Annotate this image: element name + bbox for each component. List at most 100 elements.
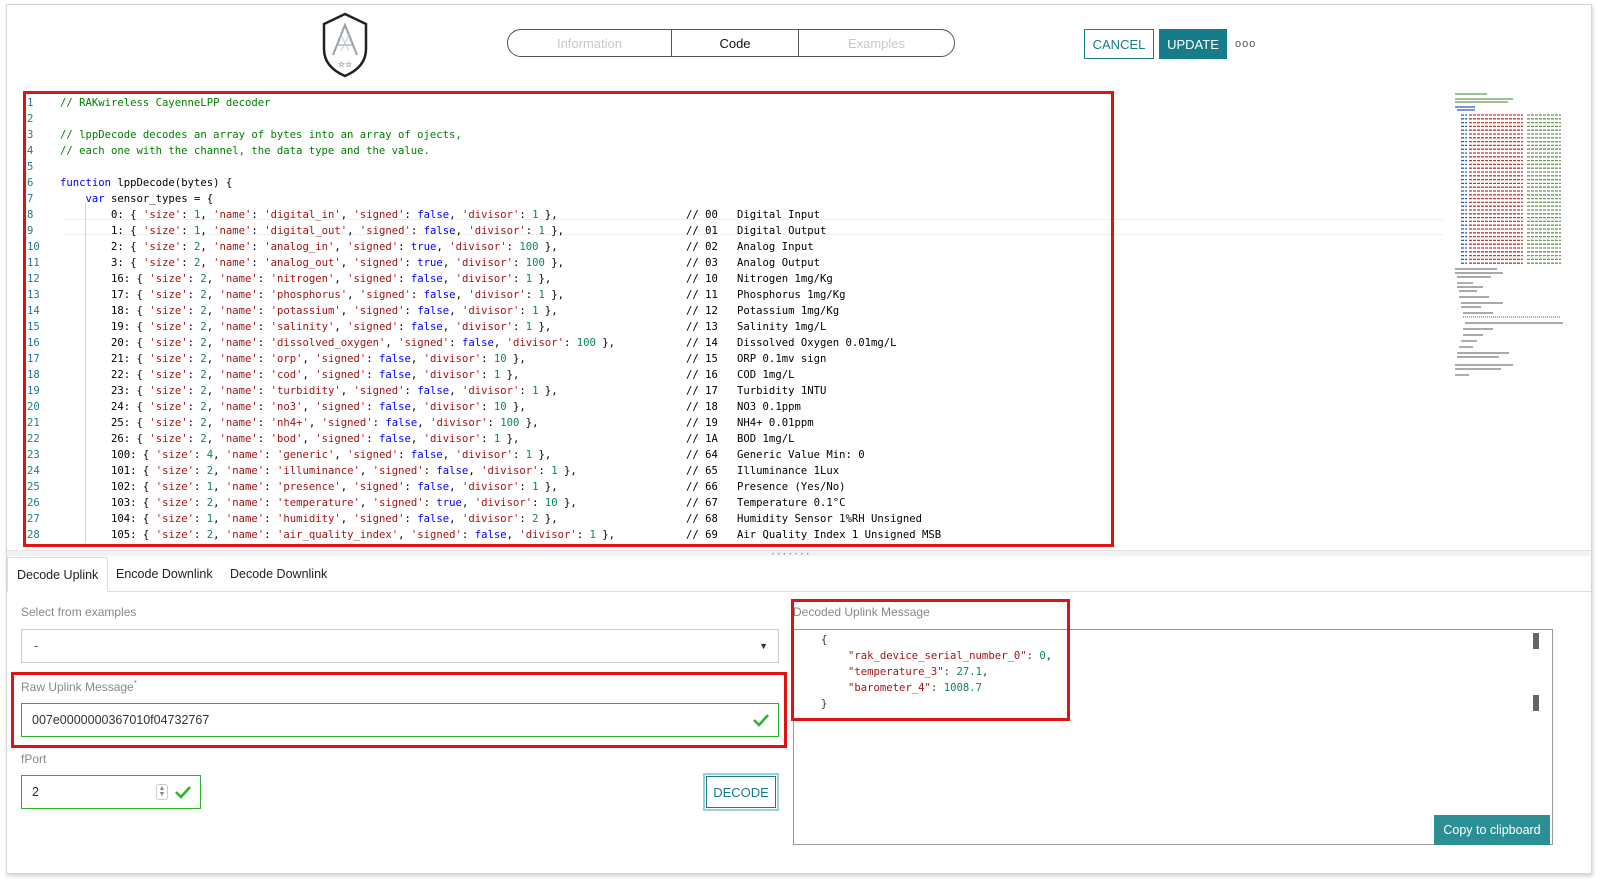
sensor-id: 17 [111, 289, 124, 301]
sensor-signed: false [379, 433, 411, 445]
raw-uplink-input[interactable]: 007e0000000367010f04732767 [21, 703, 779, 737]
code-keyword: var [85, 193, 105, 205]
code-string: 'signed' [353, 513, 405, 525]
code-string: 'name' [219, 433, 258, 445]
tab-decode-uplink[interactable]: Decode Uplink [7, 557, 109, 592]
sensor-comment: // 02 Analog Input [686, 241, 814, 253]
sensor-comment: // 15 ORP 0.1mv sign [686, 353, 827, 365]
stepper-icon[interactable]: ▲ ▼ [156, 784, 168, 800]
sensor-comment: // 17 Turbidity 1NTU [686, 385, 827, 397]
code-string: 'size' [142, 209, 182, 221]
sensor-id: 103 [111, 497, 131, 509]
sensor-name: 'dissolved_oxygen' [270, 337, 386, 349]
code-text: 22: { 'size': 2, 'name': 'cod', 'signed'… [111, 369, 520, 381]
sensor-comment: // 69 Air Quality Index 1 Unsigned MSB [686, 529, 942, 541]
code-string: 'divisor' [449, 241, 507, 253]
line-number: 6 [27, 177, 34, 189]
sensor-name: 'digital_out' [264, 225, 348, 237]
update-button[interactable]: UPDATE [1159, 29, 1227, 59]
code-string: 'size' [149, 289, 188, 301]
code-line: 25 // 66 Presence (Yes/No) 102: { 'size':… [23, 479, 1443, 495]
code-string: 'size' [149, 369, 188, 381]
code-string: 'signed' [347, 321, 399, 333]
copy-to-clipboard-button[interactable]: Copy to clipboard [1434, 815, 1550, 845]
sensor-name: 'salinity' [270, 321, 335, 333]
code-line: 20 // 18 NO3 0.1ppm 24: { 'size': 2, 'nam… [23, 399, 1443, 415]
scrollbar-thumb[interactable] [1533, 633, 1539, 649]
code-string: 'name' [219, 353, 258, 365]
sensor-divisor: 100 [525, 257, 545, 269]
valid-check-icon [175, 786, 191, 799]
code-string: 'divisor' [519, 529, 577, 541]
sensor-size: 2 [200, 321, 207, 333]
sensor-hex: 11 [705, 289, 718, 301]
sensor-desc: Dissolved Oxygen 0.01mg/L [737, 337, 897, 349]
examples-select[interactable]: - ▼ [21, 629, 779, 663]
line-number: 23 [27, 449, 40, 461]
sensor-divisor: 1 [525, 449, 533, 461]
tab-encode-downlink[interactable]: Encode Downlink [107, 557, 222, 592]
sensor-size: 2 [206, 529, 214, 541]
sensor-size: 2 [200, 353, 207, 365]
sensor-signed: false [417, 481, 450, 493]
panel-resize-handle[interactable]: • • • • • • • [7, 550, 1591, 558]
code-text: 26: { 'size': 2, 'name': 'bod', 'signed'… [111, 433, 520, 445]
fport-input[interactable]: 2 ▲ ▼ [21, 775, 201, 809]
code-text: 103: { 'size': 2, 'name': 'temperature',… [111, 497, 577, 509]
sensor-hex: 67 [705, 497, 718, 509]
code-editor[interactable]: 1// RAKwireless CayenneLPP decoder 2 3// l… [23, 91, 1591, 547]
code-string: 'name' [219, 289, 258, 301]
raw-uplink-label: Raw Uplink Message* [21, 679, 137, 694]
sensor-id: 21 [111, 353, 124, 365]
code-string: 'size' [149, 417, 188, 429]
code-string: 'size' [155, 449, 194, 461]
sensor-id: 105 [111, 529, 131, 541]
sensor-name: 'potassium' [270, 305, 341, 317]
more-options-icon[interactable]: ooo [1235, 38, 1256, 50]
view-tabs: Information Code Examples [507, 29, 955, 57]
code-comment: // lppDecode decodes an array of bytes i… [60, 129, 462, 141]
code-line: 18 // 16 COD 1mg/L 22: { 'size': 2, 'name… [23, 367, 1443, 383]
code-string: 'divisor' [474, 497, 533, 509]
tab-decode-downlink[interactable]: Decode Downlink [221, 557, 336, 592]
code-line: 5 [23, 159, 1443, 175]
decode-button[interactable]: DECODE [703, 773, 779, 811]
code-line: 24 // 65 Illuminance 1Lux 101: { 'size': … [23, 463, 1443, 479]
code-string: 'name' [219, 337, 258, 349]
sensor-desc: Potassium 1mg/Kg [737, 305, 840, 317]
json-field: "rak_device_serial_number_0": 0, [848, 650, 1053, 662]
code-string: 'signed' [347, 449, 399, 461]
code-string: 'name' [213, 225, 252, 237]
sensor-name: 'turbidity' [270, 385, 341, 397]
sensor-comment: // 14 Dissolved Oxygen 0.01mg/L [686, 337, 897, 349]
code-line: 19 // 17 Turbidity 1NTU 23: { 'size': 2, … [23, 383, 1443, 399]
code-string: 'name' [219, 417, 258, 429]
tab-examples[interactable]: Examples [799, 30, 954, 56]
sensor-size: 1 [206, 513, 214, 525]
sensor-divisor: 10 [493, 401, 507, 413]
code-string: 'size' [155, 529, 194, 541]
sensor-hex: 18 [705, 401, 718, 413]
sensor-name: 'analog_in' [264, 241, 335, 253]
json-field: "temperature_3": 27.1, [848, 666, 989, 678]
sensor-name: 'nitrogen' [270, 273, 335, 285]
code-text: 24: { 'size': 2, 'name': 'no3', 'signed'… [111, 401, 526, 413]
code-line: 15 // 13 Salinity 1mg/L 19: { 'size': 2, … [23, 319, 1443, 335]
code-text: 20: { 'size': 2, 'name': 'dissolved_oxyg… [111, 337, 616, 349]
code-string: 'size' [149, 305, 188, 317]
sensor-id: 18 [111, 305, 124, 317]
tab-information[interactable]: Information [508, 30, 672, 56]
code-text: 17: { 'size': 2, 'name': 'phosphorus', '… [111, 289, 565, 301]
sensor-size: 2 [200, 369, 207, 381]
code-string: 'divisor' [461, 513, 520, 525]
code-minimap[interactable] [1453, 91, 1565, 381]
examples-select-value: - [34, 638, 39, 653]
code-string: 'size' [149, 353, 188, 365]
sensor-signed: false [423, 289, 456, 301]
sensor-hex: 69 [705, 529, 718, 541]
code-string: 'divisor' [430, 417, 488, 429]
tab-code[interactable]: Code [672, 30, 799, 56]
scrollbar-thumb[interactable] [1533, 695, 1539, 711]
cancel-button[interactable]: CANCEL [1084, 29, 1154, 59]
sensor-divisor: 10 [493, 353, 507, 365]
